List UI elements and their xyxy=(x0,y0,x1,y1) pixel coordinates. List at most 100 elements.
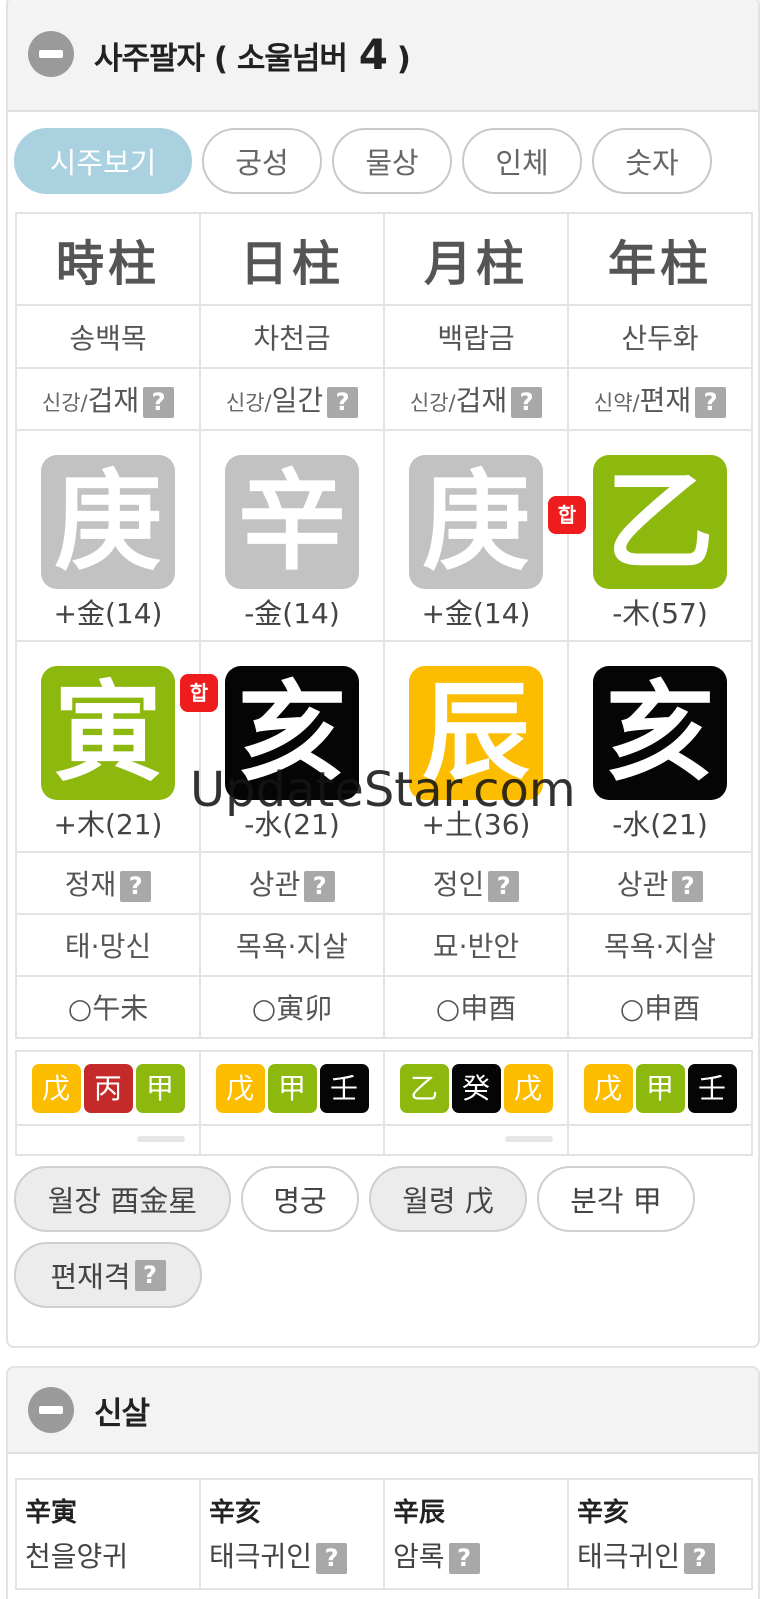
stem-cell[interactable]: 庚 +金(14) 합 xyxy=(383,429,586,642)
branch-value: -水(21) xyxy=(612,808,708,841)
help-icon[interactable]: ? xyxy=(511,386,543,418)
scroll-cell xyxy=(567,1124,753,1156)
napeum-cell: 산두화 xyxy=(567,304,753,369)
help-icon[interactable]: ? xyxy=(316,1542,348,1574)
sinsal-cell: 辛辰 암록? xyxy=(383,1478,569,1590)
hap-badge: 합 xyxy=(180,674,218,712)
sinsal-name: 태극귀인 xyxy=(209,1540,313,1573)
help-icon[interactable]: ? xyxy=(684,1542,716,1574)
branch-value: +木(21) xyxy=(53,808,163,841)
unseong-cell: 묘·반안 xyxy=(383,913,569,977)
branch-cell[interactable]: 亥 -水(21) xyxy=(567,640,753,853)
saju-header[interactable]: 사주팔자 ( 소울넘버 4 ) xyxy=(8,0,758,112)
pillar-head: 日柱 xyxy=(199,212,385,306)
sinsal-panel: 신살 辛寅 천을양귀 辛亥 태극귀인? 辛辰 암록? 辛亥 태극귀인? xyxy=(6,1366,760,1599)
jijanggan-char: 戊 xyxy=(31,1063,81,1113)
stem-tile[interactable]: 庚 xyxy=(409,455,543,589)
scroll-indicator[interactable] xyxy=(505,1136,553,1142)
jijanggan-char: 壬 xyxy=(687,1063,737,1113)
sinsal-cell: 辛寅 천을양귀 xyxy=(15,1478,201,1590)
help-icon[interactable]: ? xyxy=(672,870,704,902)
stem-value: +金(14) xyxy=(421,597,531,630)
scroll-indicator[interactable] xyxy=(137,1136,185,1142)
branch-tile[interactable]: 亥 xyxy=(593,666,727,800)
sinsal-title: 신살 xyxy=(94,1395,150,1432)
help-icon[interactable]: ? xyxy=(488,870,520,902)
collapse-minus-icon[interactable] xyxy=(28,31,74,77)
sinsal-pair: 辛辰 xyxy=(393,1498,446,1528)
wollyeong-pill[interactable]: 월령 戊 xyxy=(369,1166,527,1232)
collapse-minus-icon[interactable] xyxy=(28,1387,74,1433)
help-icon[interactable]: ? xyxy=(448,1542,480,1574)
tab-gungseong[interactable]: 궁성 xyxy=(202,128,322,194)
stem-value: +金(14) xyxy=(53,597,163,630)
branch-sipsin-cell: 상관? xyxy=(567,851,753,915)
stem-cell[interactable]: 庚 +金(14) xyxy=(15,429,201,642)
jijanggan-char: 丙 xyxy=(83,1063,133,1113)
branch-tile[interactable]: 辰 xyxy=(409,666,543,800)
tab-sutja[interactable]: 숫자 xyxy=(592,128,712,194)
stem-sipsin-cell: 신강/겁재? xyxy=(15,367,201,431)
view-tabs: 시주보기 궁성 물상 인체 숫자 xyxy=(14,128,712,194)
gongmang-cell: ○申酉 xyxy=(383,975,569,1039)
pillar-head: 時柱 xyxy=(15,212,201,306)
stem-tile[interactable]: 庚 xyxy=(41,455,175,589)
stem-cell[interactable]: 乙 -木(57) xyxy=(567,429,753,642)
help-icon[interactable]: ? xyxy=(327,386,359,418)
unseong-cell: 태·망신 xyxy=(15,913,201,977)
scroll-cell xyxy=(199,1124,385,1156)
tab-sijubogi[interactable]: 시주보기 xyxy=(14,128,192,194)
sinsal-cell: 辛亥 태극귀인? xyxy=(199,1478,385,1590)
pillar-head: 月柱 xyxy=(383,212,569,306)
myeonggung-pill[interactable]: 명궁 xyxy=(241,1166,359,1232)
stem-sipsin-cell: 신강/일간? xyxy=(199,367,385,431)
jijanggan-char: 甲 xyxy=(635,1063,685,1113)
sinsal-name: 태극귀인 xyxy=(577,1540,681,1573)
jijanggan-char: 戊 xyxy=(215,1063,265,1113)
scroll-cell xyxy=(15,1124,201,1156)
info-pills: 월장 酉金星 명궁 월령 戊 분각 甲 편재격? xyxy=(14,1166,754,1308)
jijanggan-char: 戊 xyxy=(583,1063,633,1113)
jijanggan-cell: 戊 甲 壬 xyxy=(199,1050,385,1126)
branch-cell[interactable]: 寅 +木(21) 합 xyxy=(15,640,218,853)
bungak-pill[interactable]: 분각 甲 xyxy=(537,1166,695,1232)
gongmang-cell: ○申酉 xyxy=(567,975,753,1039)
saju-title: 사주팔자 ( 소울넘버 4 ) xyxy=(94,29,411,79)
sinsal-pair: 辛亥 xyxy=(577,1498,630,1528)
help-icon[interactable]: ? xyxy=(143,386,175,418)
scroll-cell xyxy=(383,1124,569,1156)
branch-tile[interactable]: 亥 xyxy=(225,666,359,800)
pillar-head: 年柱 xyxy=(567,212,753,306)
sinsal-header[interactable]: 신살 xyxy=(8,1368,758,1454)
stem-cell[interactable]: 辛 -金(14) xyxy=(199,429,385,642)
napeum-cell: 송백목 xyxy=(15,304,201,369)
stem-sipsin-cell: 신약/편재? xyxy=(567,367,753,431)
jijanggan-char: 戊 xyxy=(503,1063,553,1113)
woljang-pill[interactable]: 월장 酉金星 xyxy=(14,1166,231,1232)
help-icon[interactable]: ? xyxy=(134,1259,166,1291)
hap-badge: 합 xyxy=(548,496,586,534)
sinsal-table: 辛寅 천을양귀 辛亥 태극귀인? 辛辰 암록? 辛亥 태극귀인? xyxy=(15,1478,753,1590)
help-icon[interactable]: ? xyxy=(120,870,152,902)
branch-cell[interactable]: 亥 -水(21) xyxy=(199,640,385,853)
branch-sipsin-cell: 정인? xyxy=(383,851,569,915)
stem-tile[interactable]: 辛 xyxy=(225,455,359,589)
jijanggan-cell: 戊 甲 壬 xyxy=(567,1050,753,1126)
unseong-cell: 목욕·지살 xyxy=(199,913,385,977)
jijanggan-char: 壬 xyxy=(319,1063,369,1113)
gyeok-pill[interactable]: 편재격? xyxy=(14,1242,202,1308)
help-icon[interactable]: ? xyxy=(695,386,727,418)
jijanggan-char: 甲 xyxy=(135,1063,185,1113)
tab-inche[interactable]: 인체 xyxy=(462,128,582,194)
stem-tile[interactable]: 乙 xyxy=(593,455,727,589)
gongmang-cell: ○午未 xyxy=(15,975,201,1039)
napeum-cell: 차천금 xyxy=(199,304,385,369)
jijanggan-table: 戊 丙 甲 戊 甲 壬 乙 癸 戊 戊 甲 壬 xyxy=(15,1050,753,1156)
branch-cell[interactable]: 辰 +土(36) xyxy=(383,640,569,853)
gongmang-cell: ○寅卯 xyxy=(199,975,385,1039)
help-icon[interactable]: ? xyxy=(304,870,336,902)
sinsal-name: 천을양귀 xyxy=(25,1540,129,1573)
jijanggan-char: 甲 xyxy=(267,1063,317,1113)
branch-tile[interactable]: 寅 xyxy=(41,666,175,800)
tab-mulsang[interactable]: 물상 xyxy=(332,128,452,194)
